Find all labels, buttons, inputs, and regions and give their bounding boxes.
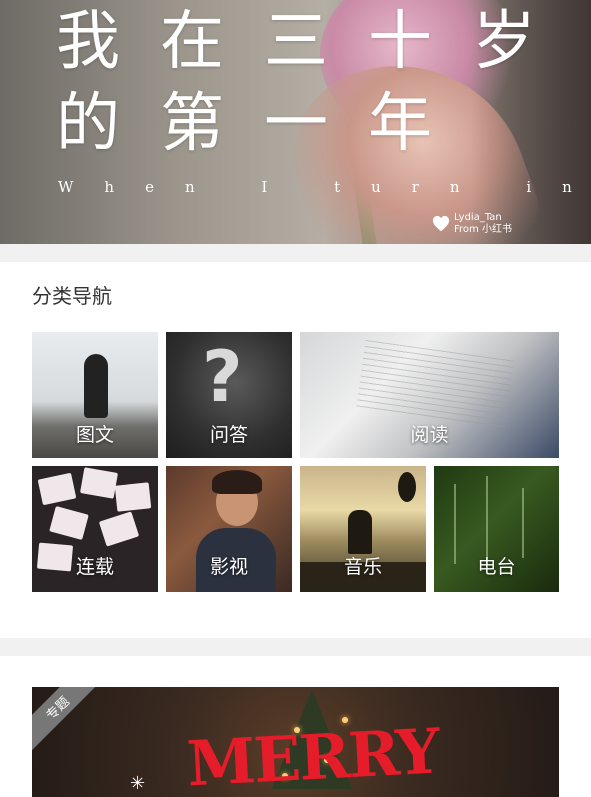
question-mark-icon: ? <box>202 336 243 418</box>
radio-scale-line <box>522 488 524 558</box>
category-tile-yingshi[interactable]: 影视 <box>166 466 292 592</box>
hero-title-line1: 我在三十岁 <box>56 5 576 79</box>
category-label: 连载 <box>75 556 114 578</box>
category-label: 图文 <box>75 424 114 446</box>
hero-banner[interactable]: 我在三十岁 的第一年 When I turn into 30 Lydia_Tan… <box>0 0 591 244</box>
credit-source: From 小红书 <box>454 224 512 235</box>
credit-name: Lydia_Tan <box>454 212 502 223</box>
hero-title-line2: 的第一年 <box>56 87 472 161</box>
category-tile-yinyue[interactable]: 音乐 <box>300 466 426 592</box>
section-divider <box>0 638 591 656</box>
section-divider <box>0 244 591 262</box>
category-tile-wenda[interactable]: ? 问答 <box>166 332 292 458</box>
category-nav-title: 分类导航 <box>32 284 112 308</box>
category-label: 影视 <box>209 556 248 578</box>
hero-subtitle: When I turn into 30 <box>58 178 591 196</box>
paper-note <box>80 467 118 499</box>
hero-credit: Lydia_Tan From 小红书 <box>432 212 512 236</box>
boy-hair <box>212 470 262 494</box>
category-label: 阅读 <box>410 424 449 446</box>
sparkle-icon: ✳ <box>130 773 146 794</box>
category-label: 音乐 <box>343 556 382 578</box>
topic-badge: 专题 <box>32 687 105 756</box>
category-tile-diantai[interactable]: 电台 <box>434 466 559 592</box>
heart-icon <box>432 215 450 232</box>
person-silhouette <box>348 510 372 554</box>
topic-card[interactable]: ✳ MERRY 专题 <box>32 687 559 797</box>
category-label: 问答 <box>209 424 248 446</box>
category-tile-yuedu[interactable]: 阅读 <box>300 332 559 458</box>
guitar-silhouette <box>398 472 416 502</box>
category-label: 电台 <box>477 556 516 578</box>
topic-banner-text: MERRY <box>185 714 441 797</box>
paper-note <box>114 482 152 512</box>
category-tile-lianzai[interactable]: 连载 <box>32 466 158 592</box>
standing-person-figure <box>84 354 108 418</box>
category-tile-tuwen[interactable]: 图文 <box>32 332 158 458</box>
